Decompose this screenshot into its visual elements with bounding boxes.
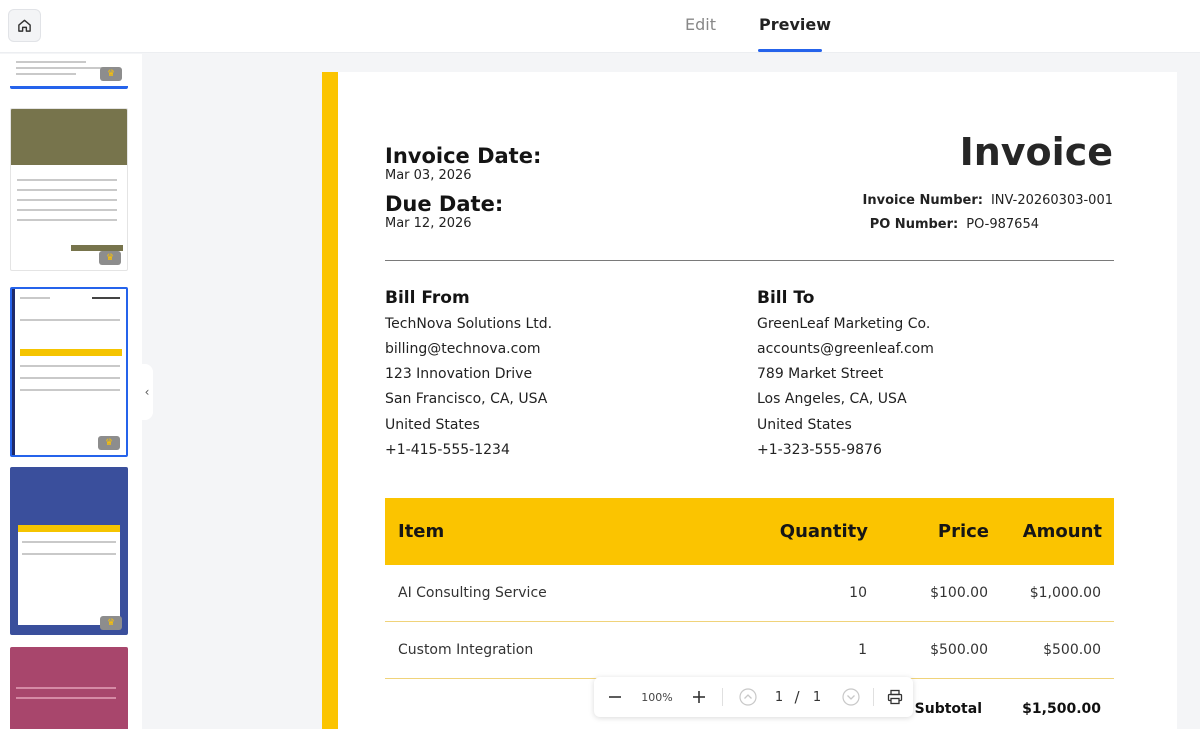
bill-to-line: Los Angeles, CA, USA bbox=[757, 391, 907, 407]
page-down-icon bbox=[842, 688, 860, 706]
print-button[interactable] bbox=[883, 677, 907, 717]
crown-icon: ♛ bbox=[100, 616, 122, 630]
row-amount: $1,000.00 bbox=[1029, 585, 1101, 601]
tab-preview[interactable]: Preview bbox=[759, 15, 831, 34]
row-price: $100.00 bbox=[930, 585, 988, 601]
zoom-out-button[interactable] bbox=[602, 677, 628, 717]
po-number-value: PO-987654 bbox=[966, 217, 1039, 232]
invoice-number-row: Invoice Number: INV-20260303-001 bbox=[863, 193, 1113, 208]
zoom-in-button[interactable] bbox=[686, 677, 712, 717]
bill-to-line: United States bbox=[757, 417, 852, 433]
home-button[interactable] bbox=[8, 9, 41, 42]
bill-to-line: +1-323-555-9876 bbox=[757, 442, 882, 458]
subtotal-value: $1,500.00 bbox=[1022, 701, 1101, 717]
bill-from-line: 123 Innovation Drive bbox=[385, 366, 533, 382]
bill-to-line: accounts@greenleaf.com bbox=[757, 341, 934, 357]
page-separator: / bbox=[794, 688, 800, 706]
subtotal-label: Subtotal bbox=[914, 701, 982, 717]
toolbar-separator bbox=[873, 688, 874, 706]
row-quantity: 10 bbox=[849, 585, 867, 601]
template-thumbnail-2[interactable]: ♛ bbox=[10, 108, 128, 271]
page-up-icon bbox=[739, 688, 757, 706]
bill-from-line: billing@technova.com bbox=[385, 341, 541, 357]
invoice-document: Invoice Date: Mar 03, 2026 Due Date: Mar… bbox=[322, 72, 1177, 729]
template-thumbnail-1[interactable]: ♛ bbox=[10, 57, 128, 89]
header-quantity: Quantity bbox=[779, 521, 868, 542]
po-number-row: PO Number: PO-987654 bbox=[870, 217, 1039, 232]
row-quantity: 1 bbox=[858, 642, 867, 658]
current-page[interactable]: 1 bbox=[770, 677, 788, 717]
toolbar-separator bbox=[722, 688, 723, 706]
active-tab-indicator bbox=[758, 49, 822, 52]
bill-to-line: GreenLeaf Marketing Co. bbox=[757, 316, 931, 332]
invoice-number-value: INV-20260303-001 bbox=[990, 193, 1113, 208]
row-item: AI Consulting Service bbox=[398, 585, 547, 601]
bill-from-line: United States bbox=[385, 417, 480, 433]
bill-from-title: Bill From bbox=[385, 288, 470, 308]
invoice-number-label: Invoice Number: bbox=[862, 193, 983, 208]
template-thumbnail-5[interactable] bbox=[10, 647, 128, 729]
bill-to-line: 789 Market Street bbox=[757, 366, 884, 382]
invoice-date-label: Invoice Date: bbox=[385, 144, 542, 168]
bill-from-line: TechNova Solutions Ltd. bbox=[385, 316, 553, 332]
due-date-label: Due Date: bbox=[385, 192, 504, 216]
crown-icon: ♛ bbox=[98, 436, 120, 450]
chevron-left-icon: ‹ bbox=[144, 385, 150, 399]
accent-stripe bbox=[322, 72, 338, 729]
items-table-header: Item Quantity Price Amount bbox=[385, 498, 1114, 565]
collapse-sidebar-button[interactable]: ‹ bbox=[141, 364, 153, 420]
zoom-in-icon bbox=[693, 691, 705, 703]
template-thumbnail-3-selected[interactable]: ♛ bbox=[10, 287, 128, 457]
divider bbox=[385, 260, 1114, 261]
viewer-toolbar: 100% 1 / 1 bbox=[594, 677, 913, 717]
template-thumbnail-4[interactable]: ♛ bbox=[10, 467, 128, 635]
tab-edit[interactable]: Edit bbox=[685, 15, 716, 34]
row-item: Custom Integration bbox=[398, 642, 534, 658]
bill-from-line: +1-415-555-1234 bbox=[385, 442, 510, 458]
prev-page-button[interactable] bbox=[736, 677, 760, 717]
row-price: $500.00 bbox=[930, 642, 988, 658]
next-page-button[interactable] bbox=[839, 677, 863, 717]
template-sidebar[interactable]: ♛ ♛ ♛ ♛ bbox=[0, 54, 142, 729]
home-icon bbox=[18, 19, 31, 32]
header-item: Item bbox=[398, 521, 445, 542]
zoom-out-icon bbox=[609, 696, 621, 698]
total-pages: 1 bbox=[812, 689, 822, 705]
print-icon bbox=[887, 689, 903, 705]
invoice-title: Invoice bbox=[959, 130, 1113, 174]
bill-to-title: Bill To bbox=[757, 288, 815, 308]
bill-from-line: San Francisco, CA, USA bbox=[385, 391, 548, 407]
po-number-label: PO Number: bbox=[869, 217, 959, 232]
row-amount: $500.00 bbox=[1043, 642, 1101, 658]
crown-icon: ♛ bbox=[100, 67, 122, 81]
header-price: Price bbox=[937, 521, 989, 542]
invoice-date-value: Mar 03, 2026 bbox=[385, 168, 472, 183]
crown-icon: ♛ bbox=[99, 251, 121, 265]
zoom-level: 100% bbox=[641, 690, 673, 704]
due-date-value: Mar 12, 2026 bbox=[385, 216, 472, 231]
top-bar: Edit Preview bbox=[0, 0, 1200, 53]
row-divider bbox=[385, 621, 1114, 622]
header-amount: Amount bbox=[1022, 521, 1102, 542]
